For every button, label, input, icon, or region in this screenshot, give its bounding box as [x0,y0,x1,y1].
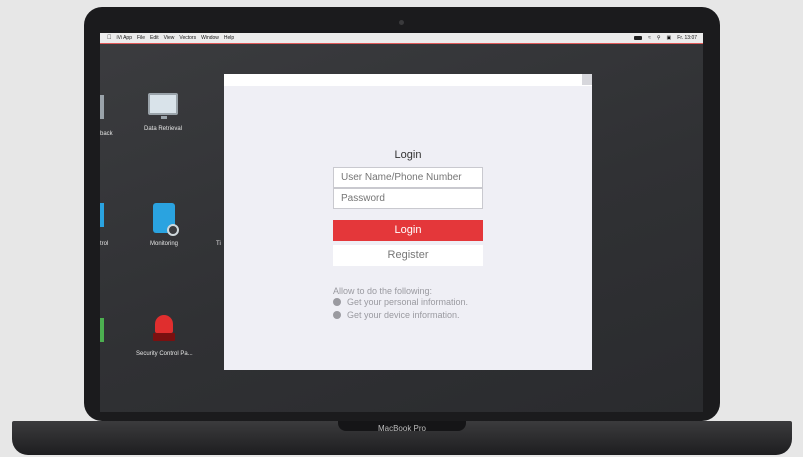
permission-label: Get your device information. [347,310,460,320]
desktop-icon-label: Ti [216,241,221,247]
laptop-base: MacBook Pro [12,421,792,455]
desktop-icon-data-retrieval[interactable]: Data Retrieval [144,93,182,132]
partial-app-icon[interactable] [100,95,104,119]
permission-item[interactable]: Get your device information. [333,310,460,320]
close-button[interactable] [582,74,592,85]
desktop-icon-label: Monitoring [150,241,179,247]
username-input[interactable] [333,167,483,188]
login-dialog: Login Login Register Allow to do the fol… [224,74,592,370]
device-label: MacBook Pro [377,424,427,433]
menu-help[interactable]: Help [224,33,234,43]
monitor-icon [148,93,178,119]
monitoring-icon [153,203,179,236]
permission-label: Get your personal information. [347,297,469,307]
menu-file[interactable]: File [137,33,145,43]
menu-view[interactable]: View [164,33,175,43]
permission-item[interactable]: Get your personal information. [333,297,468,307]
dialog-titlebar[interactable] [224,74,592,86]
partial-app-icon[interactable] [100,203,104,227]
search-icon[interactable]: ⚲ [657,33,661,43]
login-button[interactable]: Login [333,220,483,241]
menu-clock[interactable]: Fr. 13:07 [677,33,697,43]
menu-bar:  iVi App File Edit View Vectors Window … [100,33,703,44]
desktop-icon-label: Data Retrieval [144,126,183,132]
desktop-icon-label: back [100,131,113,137]
desktop-screen:  iVi App File Edit View Vectors Window … [100,33,703,412]
status-area: ≈ ⚲ ▣ Fr. 13:07 [628,33,697,43]
radio-icon [333,311,341,319]
apple-menu-icon[interactable]:  [107,33,112,43]
desktop-icon-security-control[interactable]: Security Control Pa... [136,315,193,357]
menu-edit[interactable]: Edit [150,33,159,43]
dialog-title: Login [394,149,422,161]
desktop-icon-monitoring[interactable]: Monitoring [150,203,179,247]
partial-app-icon[interactable] [100,318,104,342]
desktop-icon-label: trol [100,241,109,247]
menu-vectors[interactable]: Vectors [179,33,196,43]
desktop-icon-label: Security Control Pa... [136,351,193,357]
alarm-icon [153,315,176,341]
radio-icon [333,298,341,306]
battery-icon[interactable] [634,36,643,40]
password-input[interactable] [333,188,483,209]
register-button[interactable]: Register [333,245,483,266]
camera-dot [399,20,404,25]
wifi-icon[interactable]: ≈ [648,33,651,43]
permissions-heading: Allow to do the following: [333,286,433,296]
menu-window[interactable]: Window [201,33,219,43]
menu-app[interactable]: iVi App [117,33,132,43]
display-icon[interactable]: ▣ [667,33,672,43]
